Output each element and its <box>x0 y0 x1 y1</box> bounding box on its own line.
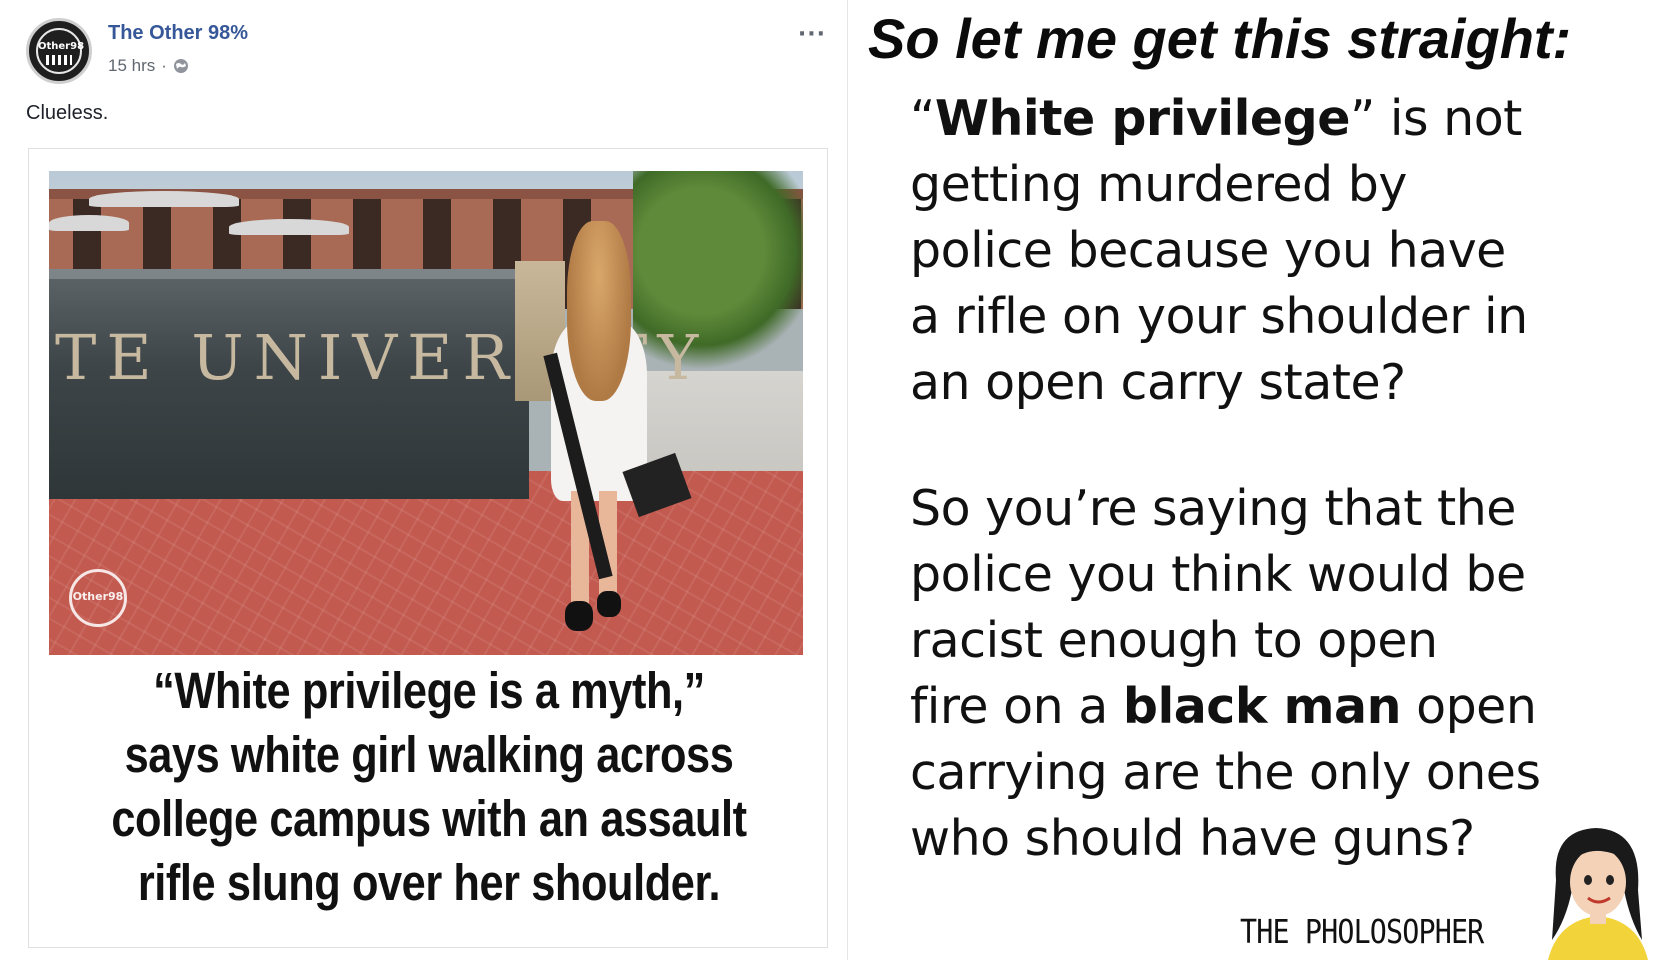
facebook-post: Other98 The Other 98% 15 hrs · ··· Cluel… <box>0 0 848 960</box>
page-avatar[interactable]: Other98 <box>26 18 92 84</box>
globe-icon <box>173 58 189 74</box>
avatar-logo: Other98 <box>36 28 85 74</box>
university-wall: TE UNIVERSITY <box>49 269 698 499</box>
walking-woman <box>529 221 692 641</box>
post-meta: 15 hrs · <box>108 56 189 76</box>
para1-line: getting murdered by <box>910 156 1407 213</box>
meme-signature: THE PHOLOSOPHER <box>1240 912 1484 951</box>
para2-line: So you’re saying that the <box>910 480 1516 537</box>
card-headline: “White privilege is a myth,” says white … <box>98 659 761 929</box>
response-meme: So let me get this straight: “White priv… <box>848 0 1663 960</box>
meme-title: So let me get this straight: <box>868 7 1572 70</box>
other98-watermark: Other98 <box>69 569 127 627</box>
meta-separator: · <box>161 56 167 75</box>
shared-image-card[interactable]: TE UNIVERSITY Other98 “White privilege i… <box>28 148 828 948</box>
para1-line: “White privilege” is not <box>910 86 1650 152</box>
meme-body: “White privilege” is not getting murdere… <box>910 86 1650 872</box>
avatar-logo-text: Other98 <box>38 41 85 52</box>
post-header: Other98 The Other 98% 15 hrs · ··· <box>26 18 826 88</box>
headline-line: college campus with an assault <box>111 790 747 847</box>
headline-line: rifle slung over her shoulder. <box>137 854 721 911</box>
para2-line: carrying are the only ones <box>910 744 1541 801</box>
para1-line: an open carry state? <box>910 354 1406 411</box>
paragraph-one: “White privilege” is not getting murdere… <box>910 86 1650 416</box>
para1-line: police because you have <box>910 222 1506 279</box>
para1-line1-rest: ” is not <box>1349 90 1522 147</box>
post-time[interactable]: 15 hrs <box>108 56 155 76</box>
open-quote: “ <box>910 90 935 147</box>
para2-line4-pre: fire on a <box>910 678 1123 735</box>
hair <box>567 221 631 401</box>
para2-line: fire on a black man open <box>910 674 1650 740</box>
post-caption: Clueless. <box>26 102 109 124</box>
right-shoe <box>597 591 621 617</box>
headline-line: “White privilege is a myth,” <box>153 662 705 719</box>
paragraph-two: So you’re saying that the police you thi… <box>910 476 1650 872</box>
para2-line: police you think would be <box>910 546 1526 603</box>
shared-photo[interactable]: TE UNIVERSITY Other98 <box>49 171 803 655</box>
para2-line4-post: open <box>1401 678 1537 735</box>
patio-umbrella <box>229 219 349 235</box>
headline-line: says white girl walking across <box>124 726 734 783</box>
para1-line: a rifle on your shoulder in <box>910 288 1528 345</box>
left-shoe <box>565 601 593 631</box>
page-name-link[interactable]: The Other 98% <box>108 22 248 45</box>
patio-umbrella <box>89 191 239 207</box>
more-options-icon[interactable]: ··· <box>798 22 826 47</box>
pholosopher-mascot-icon <box>1538 820 1658 960</box>
bold-phrase-white-privilege: White privilege <box>934 90 1351 147</box>
bold-phrase-black-man: black man <box>1122 678 1402 735</box>
patio-umbrella <box>49 215 129 231</box>
para2-line: racist enough to open <box>910 612 1438 669</box>
